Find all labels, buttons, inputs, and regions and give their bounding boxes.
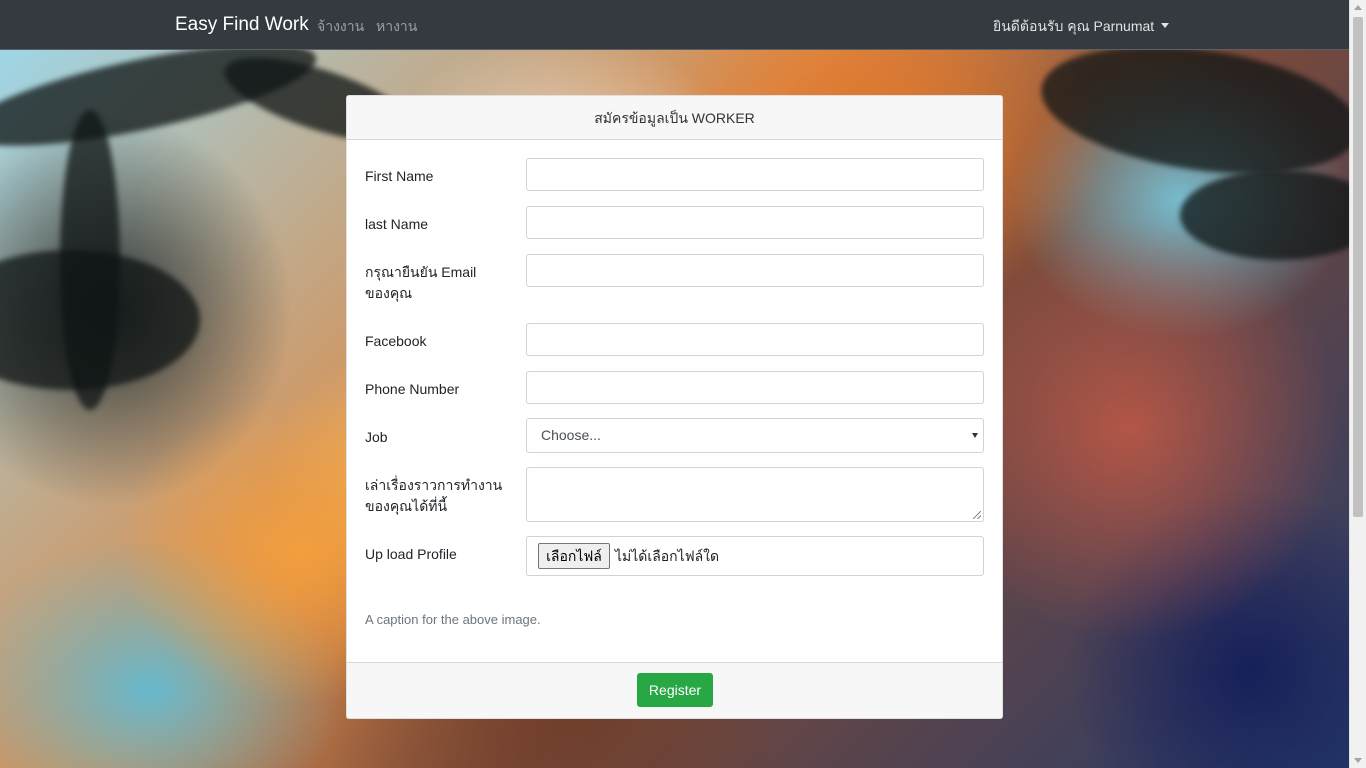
story-label: เล่าเรื่องราวการทำงาน ของคุณได้ที่นี้ — [365, 475, 515, 517]
scroll-thumb[interactable] — [1353, 17, 1363, 517]
scroll-down-arrow-icon[interactable] — [1354, 758, 1362, 763]
profile-file-input[interactable]: เลือกไฟล์ ไม่ได้เลือกไฟล์ใด — [526, 536, 984, 576]
nav-link-hire[interactable]: จ้างงาน — [317, 17, 364, 35]
job-select[interactable]: Choose... — [526, 418, 984, 453]
email-label: กรุณายืนยัน Email ของคุณ — [365, 262, 515, 304]
file-status-text: ไม่ได้เลือกไฟล์ใด — [615, 548, 720, 564]
user-menu-dropdown[interactable]: ยินดีต้อนรับ คุณ Parnumat — [993, 17, 1170, 35]
job-label: Job — [365, 429, 388, 445]
phone-input[interactable] — [526, 371, 984, 404]
register-button[interactable]: Register — [637, 673, 713, 707]
card-footer: Register — [347, 662, 1002, 718]
scroll-up-arrow-icon[interactable] — [1354, 5, 1362, 10]
dropdown-arrow-icon — [972, 433, 978, 438]
job-select-value: Choose... — [541, 427, 601, 443]
form-title: สมัครข้อมูลเป็น WORKER — [347, 96, 1002, 140]
story-label-line2: ของคุณได้ที่นี้ — [365, 498, 448, 514]
caret-down-icon — [1161, 23, 1170, 28]
facebook-input[interactable] — [526, 323, 984, 356]
story-textarea[interactable] — [526, 467, 984, 522]
profile-upload-label: Up load Profile — [365, 546, 457, 562]
resize-grip-icon[interactable] — [973, 511, 981, 519]
choose-file-button[interactable]: เลือกไฟล์ — [538, 543, 610, 569]
email-label-line1: กรุณายืนยัน Email — [365, 264, 477, 280]
nav-link-find-work[interactable]: หางาน — [376, 17, 417, 35]
email-input[interactable] — [526, 254, 984, 287]
email-label-line2: ของคุณ — [365, 285, 413, 301]
navbar: Easy Find Work จ้างงาน หางาน ยินดีต้อนรั… — [0, 0, 1349, 50]
image-caption: A caption for the above image. — [365, 612, 541, 627]
story-label-line1: เล่าเรื่องราวการทำงาน — [365, 477, 503, 493]
last-name-input[interactable] — [526, 206, 984, 239]
first-name-label: First Name — [365, 168, 434, 184]
brand-logo-link[interactable]: Easy Find Work — [175, 14, 309, 36]
facebook-label: Facebook — [365, 333, 427, 349]
worker-registration-card: สมัครข้อมูลเป็น WORKER First Name last N… — [346, 95, 1003, 719]
first-name-input[interactable] — [526, 158, 984, 191]
last-name-label: last Name — [365, 216, 429, 232]
page-scrollbar[interactable] — [1349, 0, 1366, 768]
user-greeting: ยินดีต้อนรับ คุณ Parnumat — [993, 18, 1155, 34]
phone-label: Phone Number — [365, 381, 460, 397]
